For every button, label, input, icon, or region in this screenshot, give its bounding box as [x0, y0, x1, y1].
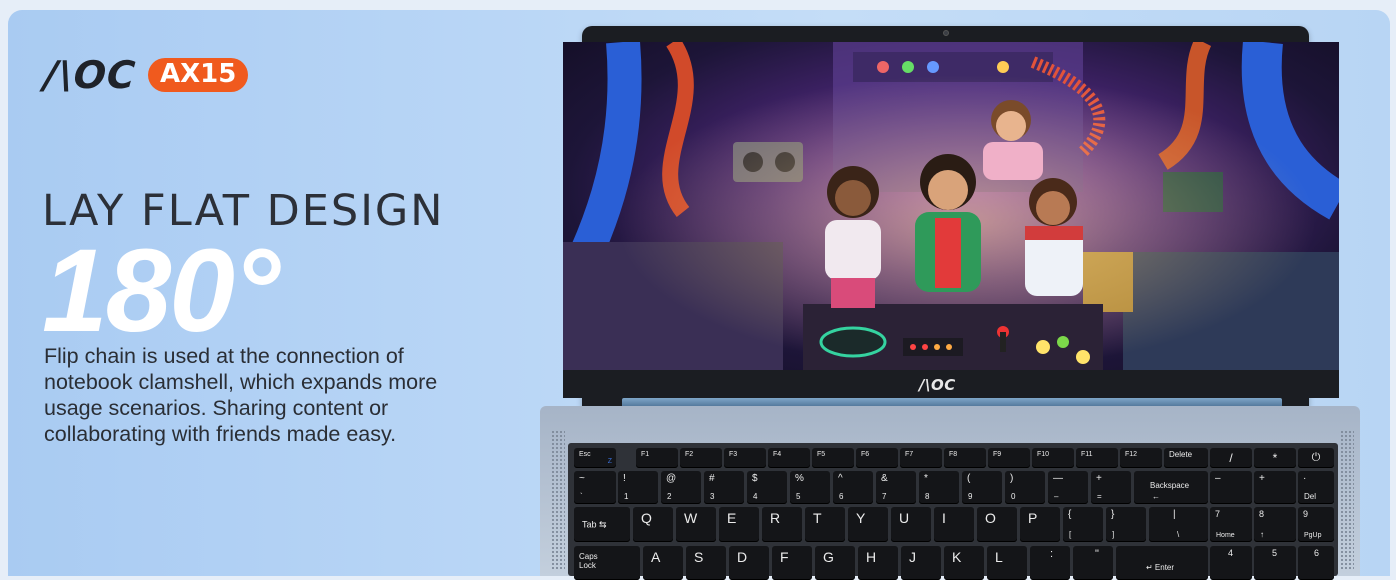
key-numpad-minus[interactable]: –	[1210, 471, 1252, 504]
key-4[interactable]: $4	[747, 471, 787, 504]
key-8[interactable]: * 8	[919, 471, 959, 504]
key-numpad-7[interactable]: 7 Home	[1210, 507, 1252, 542]
key-r[interactable]: R	[762, 507, 802, 542]
key-g[interactable]: G	[815, 546, 855, 580]
key-equals[interactable]: + =	[1091, 471, 1131, 504]
key-open-bracket[interactable]: {[	[1063, 507, 1103, 542]
screen-artwork	[563, 42, 1339, 370]
key-w[interactable]: W	[676, 507, 716, 542]
key-7[interactable]: & 7	[876, 471, 916, 504]
key-f7[interactable]: F7	[900, 448, 942, 468]
key-f10[interactable]: F10	[1032, 448, 1074, 468]
key-f9[interactable]: F9	[988, 448, 1030, 468]
feature-description: Flip chain is used at the connection of …	[44, 344, 438, 446]
key-y[interactable]: Y	[848, 507, 888, 542]
key-f11[interactable]: F11	[1076, 448, 1118, 468]
kid-center	[915, 154, 981, 292]
key-f12[interactable]: F12	[1120, 448, 1162, 468]
webcam-icon	[943, 30, 949, 36]
key-close-bracket[interactable]: }]	[1106, 507, 1146, 542]
key-a[interactable]: A	[643, 546, 683, 580]
key-i[interactable]: I	[934, 507, 974, 542]
key-d[interactable]: D	[729, 546, 769, 580]
key-f6[interactable]: F6	[856, 448, 898, 468]
key-power[interactable]: ⏻	[1298, 448, 1334, 468]
key-f1[interactable]: F1	[636, 448, 678, 468]
key-numpad-5[interactable]: 5	[1254, 546, 1296, 580]
key-tilde[interactable]: ~ `	[574, 471, 616, 504]
degree-callout: 180°	[42, 225, 280, 357]
key-k[interactable]: K	[944, 546, 984, 580]
key-numpad-del[interactable]: · Del	[1298, 471, 1334, 504]
key-t[interactable]: T	[805, 507, 845, 542]
laptop-screen	[563, 42, 1339, 370]
key-e[interactable]: E	[719, 507, 759, 542]
aoc-logo: /\OC	[42, 53, 138, 97]
kid-right	[1025, 178, 1083, 296]
key-o[interactable]: O	[977, 507, 1017, 542]
key-f[interactable]: F	[772, 546, 812, 580]
key-f3[interactable]: F3	[724, 448, 766, 468]
key-numpad-8[interactable]: 8 ↑	[1254, 507, 1296, 542]
key-5[interactable]: % 5	[790, 471, 830, 504]
power-icon: ⏻	[1311, 451, 1321, 464]
key-tab[interactable]: Tab ⇆	[574, 507, 630, 542]
key-0[interactable]: ) 0	[1005, 471, 1045, 504]
key-semicolon[interactable]: :	[1030, 546, 1070, 580]
brand-lockup: /\OC AX15	[42, 53, 249, 97]
key-2[interactable]: @2	[661, 471, 701, 504]
key-delete[interactable]: Delete	[1164, 448, 1208, 468]
key-backspace[interactable]: Backspace ←	[1134, 471, 1208, 504]
key-3[interactable]: #3	[704, 471, 744, 504]
key-6[interactable]: ^ 6	[833, 471, 873, 504]
key-p[interactable]: P	[1020, 507, 1060, 542]
key-s[interactable]: S	[686, 546, 726, 580]
key-9[interactable]: (9	[962, 471, 1002, 504]
key-j[interactable]: J	[901, 546, 941, 580]
key-l[interactable]: L	[987, 546, 1027, 580]
key-backslash[interactable]: | \	[1149, 507, 1208, 542]
key-numpad-plus[interactable]: +	[1254, 471, 1296, 504]
speaker-grille-right	[1340, 430, 1354, 570]
model-badge: AX15	[147, 58, 249, 92]
kid-left	[825, 166, 881, 308]
key-caps-lock[interactable]: Caps Lock	[574, 546, 640, 580]
key-numpad-4[interactable]: 4	[1210, 546, 1252, 580]
key-f5[interactable]: F5	[812, 448, 854, 468]
key-h[interactable]: H	[858, 546, 898, 580]
key-numpad-9[interactable]: 9 PgUp	[1298, 507, 1334, 542]
key-f2[interactable]: F2	[680, 448, 722, 468]
key-1[interactable]: ! 1	[618, 471, 658, 504]
bezel-aoc-logo: /\OC	[919, 376, 956, 394]
key-u[interactable]: U	[891, 507, 931, 542]
key-q[interactable]: Q	[633, 507, 673, 542]
key-f4[interactable]: F4	[768, 448, 810, 468]
speaker-grille-left	[551, 430, 565, 570]
key-esc[interactable]: Esc Z	[574, 448, 616, 468]
key-f8[interactable]: F8	[944, 448, 986, 468]
key-minus[interactable]: — –	[1048, 471, 1088, 504]
key-numpad-6[interactable]: 6	[1298, 546, 1334, 580]
key-numpad-multiply[interactable]: *	[1254, 448, 1296, 468]
key-quote[interactable]: "	[1073, 546, 1113, 580]
key-enter[interactable]: ↵ Enter	[1116, 546, 1208, 580]
key-numpad-divide[interactable]: /	[1210, 448, 1252, 468]
